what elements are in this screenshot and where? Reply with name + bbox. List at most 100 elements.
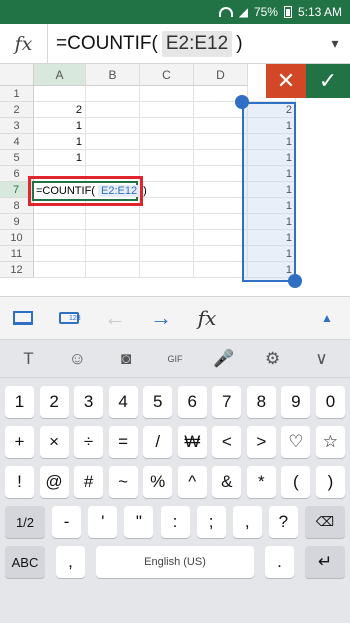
cell-c12[interactable] — [140, 262, 194, 278]
key-row4-3[interactable]: " — [124, 506, 154, 538]
key-row4-2[interactable]: ' — [88, 506, 118, 538]
key-row1-5[interactable]: 6 — [177, 386, 207, 418]
cell-c2[interactable] — [140, 102, 194, 118]
key-row1-6[interactable]: 7 — [212, 386, 242, 418]
key-row2-1[interactable]: × — [39, 426, 69, 458]
row-header-9[interactable]: 9 — [0, 214, 34, 230]
chevron-down-icon[interactable]: ▾ — [320, 35, 350, 52]
chevron-down-icon[interactable]: ∨ — [305, 345, 337, 373]
key-row1-8[interactable]: 9 — [281, 386, 311, 418]
key-row1-7[interactable]: 8 — [246, 386, 276, 418]
key-row3-4[interactable]: % — [143, 466, 173, 498]
key-row2-7[interactable]: > — [246, 426, 276, 458]
arrow-right-icon[interactable]: → — [138, 296, 184, 340]
selection-handle-top[interactable] — [235, 95, 249, 109]
key-row3-0[interactable]: ! — [5, 466, 34, 498]
cell-b1[interactable] — [86, 86, 140, 102]
mic-icon[interactable]: 🎤 — [208, 345, 240, 373]
cell-c4[interactable] — [140, 134, 194, 150]
key-row2-6[interactable]: < — [212, 426, 242, 458]
translate-icon[interactable]: T — [12, 345, 44, 373]
key-row3-9[interactable]: ) — [315, 466, 345, 498]
column-header-c[interactable]: C — [140, 64, 194, 86]
sticker-icon[interactable]: ◙ — [110, 345, 142, 373]
row-header-10[interactable]: 10 — [0, 230, 34, 246]
screen-icon[interactable] — [0, 296, 46, 340]
key-row2-3[interactable]: = — [108, 426, 138, 458]
cell-d12[interactable] — [194, 262, 248, 278]
row-header-12[interactable]: 12 — [0, 262, 34, 278]
key-row1-9[interactable]: 0 — [315, 386, 345, 418]
cell-c11[interactable] — [140, 246, 194, 262]
cell-c1[interactable] — [140, 86, 194, 102]
cell-a2[interactable]: 2 — [34, 102, 86, 118]
key-row3-7[interactable]: * — [246, 466, 276, 498]
cell-a5[interactable]: 1 — [34, 150, 86, 166]
row-header-3[interactable]: 3 — [0, 118, 34, 134]
cell-a9[interactable] — [34, 214, 86, 230]
key-row2-4[interactable]: / — [143, 426, 173, 458]
cell-c6[interactable] — [140, 166, 194, 182]
cell-c10[interactable] — [140, 230, 194, 246]
insert-function-button[interactable]: fx — [184, 296, 230, 340]
cell-c8[interactable] — [140, 198, 194, 214]
cell-b2[interactable] — [86, 102, 140, 118]
key-row1-2[interactable]: 3 — [74, 386, 104, 418]
cell-b12[interactable] — [86, 262, 140, 278]
expand-toolbar-icon[interactable]: ▲ — [304, 296, 350, 340]
key-row1-3[interactable]: 4 — [108, 386, 138, 418]
cell-c9[interactable] — [140, 214, 194, 230]
backspace-key[interactable]: ⌫ — [305, 506, 345, 538]
key-row1-4[interactable]: 5 — [143, 386, 173, 418]
cell-a4[interactable]: 1 — [34, 134, 86, 150]
cell-d5[interactable] — [194, 150, 248, 166]
formula-range[interactable]: E2:E12 — [161, 30, 233, 57]
key-row2-0[interactable]: + — [5, 426, 34, 458]
column-header-a[interactable]: A — [34, 64, 86, 86]
cell-c5[interactable] — [140, 150, 194, 166]
column-header-d[interactable]: D — [194, 64, 248, 86]
key-row4-7[interactable]: ? — [268, 506, 298, 538]
key-row3-2[interactable]: # — [74, 466, 104, 498]
key-row4-4[interactable]: : — [160, 506, 190, 538]
key-row1-1[interactable]: 2 — [39, 386, 69, 418]
row-header-4[interactable]: 4 — [0, 134, 34, 150]
cell-a1[interactable] — [34, 86, 86, 102]
key-row3-5[interactable]: ^ — [177, 466, 207, 498]
selection-handle-bottom[interactable] — [288, 274, 302, 288]
cell-b11[interactable] — [86, 246, 140, 262]
cell-a10[interactable] — [34, 230, 86, 246]
arrow-left-icon[interactable]: ← — [92, 296, 138, 340]
function-button[interactable]: fx — [0, 23, 48, 64]
row-header-5[interactable]: 5 — [0, 150, 34, 166]
keyboard-icon[interactable]: 123 — [46, 296, 92, 340]
formula-input[interactable]: =COUNTIF( E2:E12 ) — [48, 30, 320, 57]
abc-key[interactable]: ABC — [5, 546, 45, 578]
key-row1-0[interactable]: 1 — [5, 386, 34, 418]
key-row3-6[interactable]: & — [212, 466, 242, 498]
key-row3-8[interactable]: ( — [281, 466, 311, 498]
cell-d10[interactable] — [194, 230, 248, 246]
key-row3-3[interactable]: ~ — [108, 466, 138, 498]
spreadsheet-grid[interactable]: A B C D 1 2 2 2 3 1 1 4 1 1 5 1 1 6 1 7 1 8 1 9 1 10 1 11 1 12 1 ✕… — [0, 64, 350, 290]
cell-d7[interactable] — [194, 182, 248, 198]
select-all-corner[interactable] — [0, 64, 34, 86]
cell-b9[interactable] — [86, 214, 140, 230]
key-row2-2[interactable]: ÷ — [74, 426, 104, 458]
key-row2-9[interactable]: ☆ — [315, 426, 345, 458]
cell-d4[interactable] — [194, 134, 248, 150]
key-row4-0[interactable]: 1/2 — [5, 506, 45, 538]
cell-a11[interactable] — [34, 246, 86, 262]
range-selection[interactable] — [242, 102, 296, 282]
key-row2-8[interactable]: ♡ — [281, 426, 311, 458]
cell-b4[interactable] — [86, 134, 140, 150]
row-header-1[interactable]: 1 — [0, 86, 34, 102]
key-row2-5[interactable]: ₩ — [177, 426, 207, 458]
cell-b5[interactable] — [86, 150, 140, 166]
key-row4-1[interactable]: - — [52, 506, 82, 538]
key-row4-5[interactable]: ; — [196, 506, 226, 538]
settings-icon[interactable]: ⚙ — [257, 345, 289, 373]
cell-b10[interactable] — [86, 230, 140, 246]
cell-d11[interactable] — [194, 246, 248, 262]
cell-c3[interactable] — [140, 118, 194, 134]
